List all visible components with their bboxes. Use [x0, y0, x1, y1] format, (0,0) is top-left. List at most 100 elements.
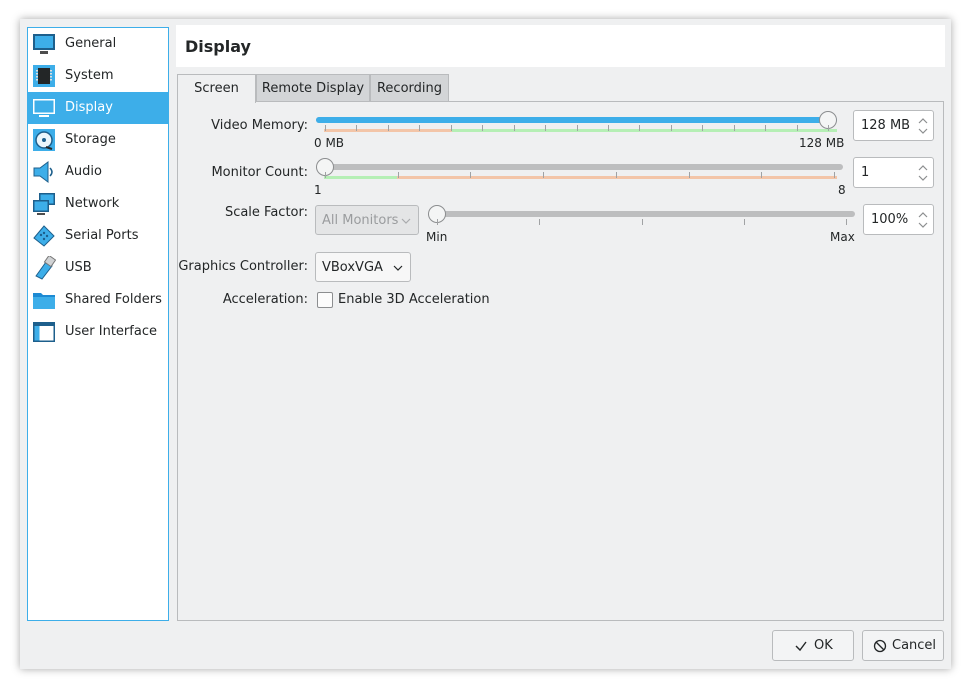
slider-tick	[577, 125, 578, 131]
cancel-button-label: Cancel	[892, 638, 937, 653]
tab-recording[interactable]: Recording	[370, 74, 449, 102]
sidebar-item-label: Serial Ports	[65, 228, 139, 243]
sidebar-item-general[interactable]: General	[28, 28, 168, 60]
display-icon	[33, 99, 55, 117]
sidebar-item-label: General	[65, 36, 117, 51]
slider-tick	[616, 172, 617, 178]
graphics-controller-value: VBoxVGA	[322, 260, 383, 275]
sidebar-item-system[interactable]: System	[28, 60, 168, 92]
slider-tick	[325, 125, 326, 131]
monitor-count-label: Monitor Count:	[211, 165, 308, 180]
sidebar-item-shared-folders[interactable]: Shared Folders	[28, 284, 168, 316]
scale-factor-slider[interactable]	[428, 211, 855, 217]
slider-tick	[482, 125, 483, 131]
tab-screen[interactable]: Screen	[177, 74, 256, 103]
sidebar-item-label: Storage	[65, 132, 116, 147]
slider-tick	[419, 125, 420, 131]
scale-factor-label: Scale Factor:	[224, 205, 308, 220]
video-memory-label: Video Memory:	[211, 118, 308, 133]
monitor-select-value: All Monitors	[322, 213, 399, 228]
checkmark-icon	[795, 641, 807, 652]
sidebar-item-label: System	[65, 68, 114, 83]
disk-icon	[33, 129, 55, 151]
monitor-select-combo[interactable]: All Monitors	[315, 205, 419, 235]
slider-tick	[608, 125, 609, 131]
slider-tick	[702, 125, 703, 131]
usb-icon	[35, 256, 56, 280]
video-memory-band-ok	[452, 129, 837, 132]
enable-3d-acceleration-checkbox[interactable]	[317, 292, 333, 308]
slider-tick	[765, 125, 766, 131]
folder-icon	[33, 293, 55, 309]
graphics-controller-label: Graphics Controller:	[178, 259, 308, 274]
ok-button-label: OK	[814, 638, 833, 653]
sidebar-item-label: Audio	[65, 164, 102, 179]
sidebar-item-display[interactable]: Display	[28, 92, 168, 124]
slider-tick	[388, 125, 389, 131]
slider-tick	[846, 219, 847, 225]
sidebar-item-usb[interactable]: USB	[28, 252, 168, 284]
page-header: Display	[176, 25, 945, 67]
serial-port-icon	[33, 225, 55, 247]
slider-tick	[437, 219, 438, 225]
slider-tick	[514, 125, 515, 131]
slider-tick	[671, 125, 672, 131]
sidebar-item-storage[interactable]: Storage	[28, 124, 168, 156]
network-icon	[33, 193, 55, 215]
speaker-icon	[33, 161, 53, 183]
sidebar-item-user-interface[interactable]: User Interface	[28, 316, 168, 348]
chip-icon	[33, 65, 55, 87]
sidebar-item-label: Shared Folders	[65, 292, 162, 307]
video-memory-value: 128 MB	[861, 118, 911, 133]
acceleration-label: Acceleration:	[222, 292, 308, 307]
slider-tick	[797, 125, 798, 131]
sidebar-item-network[interactable]: Network	[28, 188, 168, 220]
tab-remote-display[interactable]: Remote Display	[256, 74, 370, 102]
slider-tick	[356, 125, 357, 131]
video-memory-max-label: 128 MB	[799, 136, 845, 150]
video-memory-min-label: 0 MB	[314, 136, 345, 150]
window-icon	[33, 322, 55, 342]
monitor-count-value: 1	[861, 165, 870, 180]
enable-3d-acceleration-label[interactable]: Enable 3D Acceleration	[338, 292, 490, 308]
chevron-down-icon	[401, 218, 411, 224]
slider-tick	[744, 219, 745, 225]
scale-factor-spinbox[interactable]: 100%	[863, 204, 934, 235]
sidebar-item-label: Network	[65, 196, 120, 211]
video-memory-spinbox[interactable]: 128 MB	[853, 110, 934, 141]
spin-arrows-icon	[918, 212, 928, 228]
sidebar-item-label: User Interface	[65, 324, 157, 339]
spin-arrows-icon	[918, 165, 928, 181]
scale-factor-min-label: Min	[426, 230, 448, 244]
ok-button[interactable]: OK	[772, 630, 854, 661]
slider-tick	[689, 172, 690, 178]
video-memory-slider[interactable]	[316, 117, 837, 123]
slider-tick	[639, 125, 640, 131]
sidebar-item-serial-ports[interactable]: Serial Ports	[28, 220, 168, 252]
slider-tick	[834, 172, 835, 178]
monitor-count-max-label: 8	[838, 183, 846, 197]
graphics-controller-combo[interactable]: VBoxVGA	[315, 252, 411, 282]
monitor-count-band-high	[397, 176, 837, 179]
monitor-general-icon	[33, 34, 55, 54]
sidebar-item-label: Display	[65, 100, 113, 115]
slider-tick	[642, 219, 643, 225]
monitor-count-spinbox[interactable]: 1	[853, 157, 934, 188]
settings-sidebar: General System Display Storage Audio Net…	[27, 27, 169, 621]
slider-tick	[734, 125, 735, 131]
slider-tick	[539, 219, 540, 225]
page-title: Display	[185, 37, 251, 56]
slider-tick	[470, 172, 471, 178]
monitor-count-slider[interactable]	[316, 164, 843, 170]
cancel-button[interactable]: Cancel	[862, 630, 944, 661]
settings-dialog: General System Display Storage Audio Net…	[20, 19, 951, 669]
sidebar-item-audio[interactable]: Audio	[28, 156, 168, 188]
sidebar-item-label: USB	[65, 260, 92, 275]
slider-tick	[545, 125, 546, 131]
spin-arrows-icon	[918, 118, 928, 134]
slider-tick	[828, 125, 829, 131]
slider-tick	[451, 125, 452, 131]
slider-tick	[543, 172, 544, 178]
slider-tick	[325, 172, 326, 178]
scale-factor-max-label: Max	[830, 230, 855, 244]
